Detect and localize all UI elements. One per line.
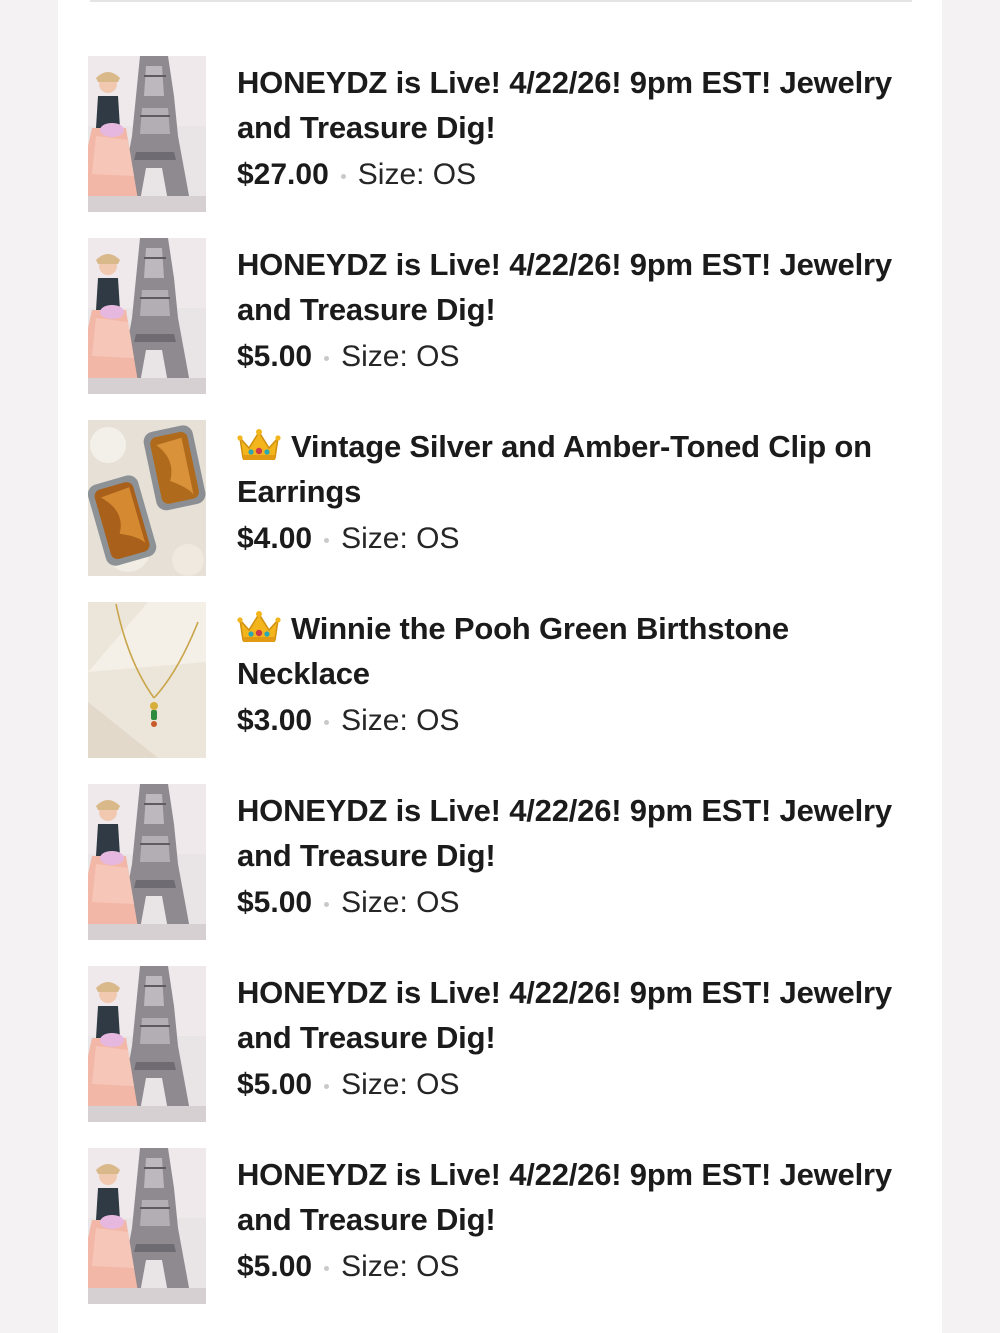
listing-thumbnail-eiffel-tower-photo[interactable] [88,966,206,1122]
listing-info: Winnie the Pooh Green Birthstone Necklac… [237,606,917,739]
listing-title[interactable]: Winnie the Pooh Green Birthstone Necklac… [237,606,917,696]
listing-title[interactable]: Vintage Silver and Amber-Toned Clip on E… [237,424,917,514]
crown-icon [237,610,281,644]
listing-price: $27.00 [237,158,329,191]
listing-item[interactable]: HONEYDZ is Live! 4/22/26! 9pm EST! Jewel… [88,1146,928,1328]
listing-item[interactable]: HONEYDZ is Live! 4/22/26! 9pm EST! Jewel… [88,236,928,418]
separator-dot [324,719,330,725]
listing-price: $5.00 [237,886,313,919]
listing-meta: $27.00 Size: OS [237,157,917,193]
top-divider [90,0,912,2]
listing-info: Vintage Silver and Amber-Toned Clip on E… [237,424,917,557]
listing-price: $3.00 [237,704,313,737]
listing-meta: $5.00 Size: OS [237,1067,917,1103]
listing-item[interactable]: Winnie the Pooh Green Birthstone Necklac… [88,600,928,782]
listing-info: HONEYDZ is Live! 4/22/26! 9pm EST! Jewel… [237,242,917,375]
listing-size: Size: OS [341,340,460,373]
listing-thumbnail-amber-earrings-photo[interactable] [88,420,206,576]
listing-size: Size: OS [341,1068,460,1101]
listing-item[interactable]: HONEYDZ is Live! 4/22/26! 9pm EST! Jewel… [88,782,928,964]
listing-title[interactable]: HONEYDZ is Live! 4/22/26! 9pm EST! Jewel… [237,788,917,878]
listing-price: $5.00 [237,1250,313,1283]
separator-dot [324,537,330,543]
listing-info: HONEYDZ is Live! 4/22/26! 9pm EST! Jewel… [237,788,917,921]
listing-thumbnail-eiffel-tower-photo[interactable] [88,56,206,212]
listing-meta: $5.00 Size: OS [237,339,917,375]
listing-thumbnail-necklace-photo[interactable] [88,602,206,758]
separator-dot [324,901,330,907]
listing-thumbnail-eiffel-tower-photo[interactable] [88,784,206,940]
separator-dot [324,1083,330,1089]
listing-thumbnail-eiffel-tower-photo[interactable] [88,1148,206,1304]
separator-dot [340,173,346,179]
listing-price: $5.00 [237,1068,313,1101]
listing-item[interactable]: HONEYDZ is Live! 4/22/26! 9pm EST! Jewel… [88,964,928,1146]
listing-title[interactable]: HONEYDZ is Live! 4/22/26! 9pm EST! Jewel… [237,60,917,150]
listing-size: Size: OS [341,1250,460,1283]
listing-title[interactable]: HONEYDZ is Live! 4/22/26! 9pm EST! Jewel… [237,970,917,1060]
crown-icon [237,428,281,462]
listing-info: HONEYDZ is Live! 4/22/26! 9pm EST! Jewel… [237,1152,917,1285]
listing-size: Size: OS [341,522,460,555]
separator-dot [324,355,330,361]
listing-price: $5.00 [237,340,313,373]
listing-thumbnail-eiffel-tower-photo[interactable] [88,238,206,394]
listing-size: Size: OS [341,704,460,737]
listing-size: Size: OS [357,158,477,191]
listing-meta: $4.00 Size: OS [237,521,917,557]
listing-meta: $3.00 Size: OS [237,703,917,739]
separator-dot [324,1265,330,1271]
listing-title[interactable]: HONEYDZ is Live! 4/22/26! 9pm EST! Jewel… [237,1152,917,1242]
listing-meta: $5.00 Size: OS [237,1249,917,1285]
listing-item[interactable]: HONEYDZ is Live! 4/22/26! 9pm EST! Jewel… [88,54,928,236]
listing-price: $4.00 [237,522,313,555]
listing-item[interactable]: Vintage Silver and Amber-Toned Clip on E… [88,418,928,600]
listing-info: HONEYDZ is Live! 4/22/26! 9pm EST! Jewel… [237,970,917,1103]
listing-size: Size: OS [341,886,460,919]
listing-list: HONEYDZ is Live! 4/22/26! 9pm EST! Jewel… [88,54,928,1328]
listing-info: HONEYDZ is Live! 4/22/26! 9pm EST! Jewel… [237,60,917,193]
listing-title[interactable]: HONEYDZ is Live! 4/22/26! 9pm EST! Jewel… [237,242,917,332]
listing-meta: $5.00 Size: OS [237,885,917,921]
